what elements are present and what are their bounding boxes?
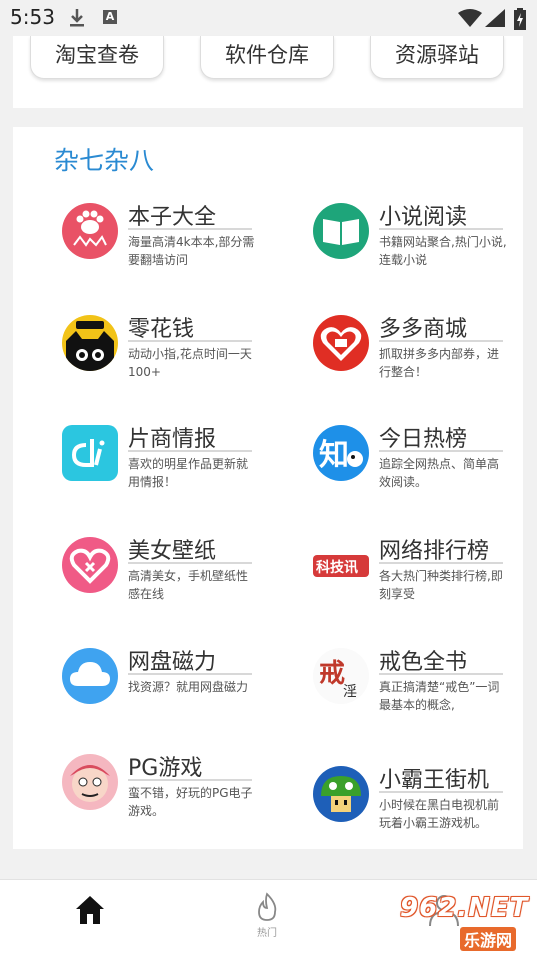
heart-icon <box>62 537 118 593</box>
title-underline <box>128 228 252 230</box>
zhi-icon: 知 <box>313 425 369 481</box>
title-underline <box>128 562 252 564</box>
item-desc: 书籍网站聚合,热门小说,连载小说 <box>379 235 507 267</box>
kejixun-icon: 科技讯 <box>313 537 369 593</box>
item-wallpaper[interactable]: 美女壁纸 高清美女，手机壁纸性感在线 <box>62 537 302 627</box>
flame-icon <box>258 892 277 921</box>
svg-text:知: 知 <box>319 438 349 473</box>
cartoon-face-icon <box>62 754 118 810</box>
item-title: 本子大全 <box>128 205 217 230</box>
item-desc: 各大热门种类排行榜,即刻享受 <box>379 569 503 601</box>
svg-text:戒: 戒 <box>319 659 345 689</box>
nav-hot-label: 热门 <box>257 928 277 939</box>
item-desc: 追踪全网热点、简单高效阅读。 <box>379 457 500 489</box>
item-desc: 动动小指,花点时间一天100+ <box>128 347 252 379</box>
title-underline <box>379 562 503 564</box>
title-underline <box>379 673 503 675</box>
nav-home[interactable] <box>70 892 110 932</box>
title-underline <box>128 450 252 452</box>
item-desc: 找资源？就用网盘磁力 <box>128 680 249 694</box>
watermark-text: 962.NET <box>400 893 529 923</box>
watermark-sub: 乐游网 <box>460 927 517 951</box>
reward-cat-icon <box>62 315 118 371</box>
item-title: 网盘磁力 <box>128 650 217 675</box>
item-desc: 喜欢的明星作品更新就用情报！ <box>128 457 249 489</box>
item-desc: 高清美女，手机壁纸性感在线 <box>128 569 249 601</box>
svg-text:淫: 淫 <box>343 684 357 700</box>
battery-icon <box>514 8 526 30</box>
watermark-logo: 962.NET 乐游网 <box>398 893 530 951</box>
top-links-card: 淘宝查卷 软件仓库 资源驿站 <box>13 36 523 108</box>
item-desc: 海量高清4k本本,部分需要翻墙访问 <box>128 235 255 267</box>
status-time: 5:53 <box>10 5 55 29</box>
calligraphy-icon: 戒 淫 <box>313 648 369 704</box>
notification-a-icon: A <box>103 10 117 24</box>
item-pg-games[interactable]: PG游戏 蛮不错，好玩的PG电子游戏。 <box>62 754 302 844</box>
wifi-icon <box>458 9 482 27</box>
item-title: 美女壁纸 <box>128 539 217 564</box>
svg-text:科技讯: 科技讯 <box>316 559 358 576</box>
taobao-coupon-button[interactable]: 淘宝查卷 <box>30 36 164 79</box>
item-desc: 抓取拼多多内部券，进行整合！ <box>379 347 500 379</box>
item-cloud-magnet[interactable]: 网盘磁力 找资源？就用网盘磁力 <box>62 648 302 738</box>
item-desc: 小时候在黑白电视机前玩着小霸王游戏机。 <box>379 798 500 830</box>
item-title: 小说阅读 <box>379 205 468 230</box>
item-duoduo-mall[interactable]: 多多商城 抓取拼多多内部券，进行整合！ <box>313 315 537 405</box>
software-repo-button[interactable]: 软件仓库 <box>200 36 334 79</box>
title-underline <box>128 340 252 342</box>
book-icon <box>313 203 369 259</box>
item-title: PG游戏 <box>128 756 203 781</box>
title-underline <box>128 673 252 675</box>
title-underline <box>379 340 503 342</box>
item-title: 片商情报 <box>128 427 217 452</box>
mushroom-icon <box>313 766 369 822</box>
download-icon <box>70 9 84 27</box>
item-abstinence-book[interactable]: 戒 淫 戒色全书 真正搞清楚“戒色”一词最基本的概念, <box>313 648 537 738</box>
item-title: 今日热榜 <box>379 427 468 452</box>
resource-station-button[interactable]: 资源驿站 <box>370 36 504 79</box>
cloud-icon <box>62 648 118 704</box>
item-title: 网络排行榜 <box>379 539 490 564</box>
item-benzi[interactable]: 本子大全 海量高清4k本本,部分需要翻墙访问 <box>62 203 302 293</box>
misc-section: 杂七杂八 本子大全 海量高清4k本本,部分需要翻墙访问 小说阅读 书籍网站聚合, <box>13 127 523 849</box>
item-title: 多多商城 <box>379 317 468 342</box>
signal-icon <box>485 9 505 27</box>
home-icon <box>76 896 104 924</box>
paw-icon <box>62 203 118 259</box>
item-rankings[interactable]: 科技讯 网络排行榜 各大热门种类排行榜,即刻享受 <box>313 537 537 627</box>
title-underline <box>379 450 503 452</box>
item-novel[interactable]: 小说阅读 书籍网站聚合,热门小说,连载小说 <box>313 203 537 293</box>
item-arcade[interactable]: 小霸王街机 小时候在黑白电视机前玩着小霸王游戏机。 <box>313 766 537 856</box>
item-desc: 真正搞清楚“戒色”一词最基本的概念, <box>379 680 500 712</box>
section-title: 杂七杂八 <box>54 146 155 175</box>
title-underline <box>379 791 503 793</box>
title-underline <box>379 228 503 230</box>
item-studio-intel[interactable]: 片商情报 喜欢的明星作品更新就用情报！ <box>62 425 302 515</box>
di-logo-icon <box>62 425 118 481</box>
title-underline <box>128 779 252 781</box>
heart-shop-icon <box>313 315 369 371</box>
nav-hot[interactable]: 热门 <box>247 892 287 939</box>
item-title: 戒色全书 <box>379 650 468 675</box>
item-desc: 蛮不错，好玩的PG电子游戏。 <box>128 786 253 818</box>
item-title: 小霸王街机 <box>379 768 490 793</box>
item-today-hot[interactable]: 知 今日热榜 追踪全网热点、简单高效阅读。 <box>313 425 537 515</box>
status-bar: 5:53 A <box>0 0 537 36</box>
item-pocket-money[interactable]: 零花钱 动动小指,花点时间一天100+ <box>62 315 302 405</box>
item-title: 零花钱 <box>128 317 195 342</box>
